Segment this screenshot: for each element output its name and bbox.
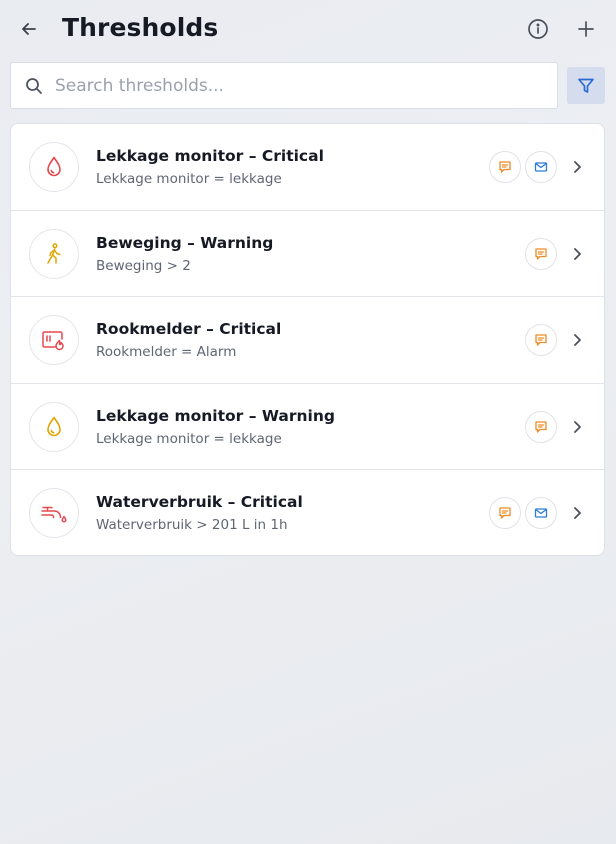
threshold-row[interactable]: Lekkage monitor – Critical Lekkage monit… — [11, 124, 604, 211]
chat-icon — [535, 421, 547, 433]
threshold-title: Waterverbruik – Critical — [96, 493, 303, 512]
chat-icon — [535, 247, 547, 260]
threshold-list: Lekkage monitor – Critical Lekkage monit… — [10, 123, 605, 556]
threshold-condition: Beweging > 2 — [96, 257, 191, 274]
threshold-condition: Lekkage monitor = lekkage — [96, 430, 282, 447]
threshold-condition: Lekkage monitor = lekkage — [96, 171, 282, 187]
threshold-icon-circle — [29, 228, 79, 279]
mail-badge[interactable] — [525, 151, 557, 183]
mail-icon — [534, 508, 548, 519]
filter-icon — [578, 78, 594, 93]
threshold-row[interactable]: Waterverbruik – Critical Waterverbruik >… — [11, 470, 604, 555]
threshold-title: Beweging – Warning — [96, 233, 274, 252]
mail-badge[interactable] — [525, 497, 557, 530]
chat-icon — [499, 161, 511, 173]
back-button[interactable] — [14, 15, 44, 43]
sms-badge[interactable] — [525, 237, 557, 270]
chat-icon — [535, 334, 547, 346]
search-icon — [26, 78, 42, 94]
threshold-icon-circle — [29, 315, 79, 366]
sms-badge[interactable] — [489, 497, 521, 530]
chevron-right-icon — [567, 244, 587, 264]
threshold-condition: Rookmelder = Alarm — [96, 344, 237, 361]
chevron-right-icon — [567, 417, 587, 437]
threshold-row[interactable]: Rookmelder – Critical Rookmelder = Alarm — [11, 297, 604, 384]
chevron-right-icon — [567, 330, 587, 350]
top-bar: Thresholds — [0, 0, 616, 58]
threshold-title: Lekkage monitor – Warning — [96, 406, 335, 425]
sms-badge[interactable] — [525, 324, 557, 357]
mail-icon — [534, 162, 548, 172]
threshold-title: Rookmelder – Critical — [96, 320, 282, 339]
water-drop-icon — [47, 156, 61, 177]
plus-icon — [578, 21, 594, 37]
water-tap-icon — [41, 507, 67, 523]
walking-person-icon — [47, 242, 61, 264]
threshold-row[interactable]: Lekkage monitor – Warning Lekkage monito… — [11, 384, 604, 471]
search-input[interactable] — [55, 71, 545, 101]
threshold-icon-circle — [29, 142, 79, 192]
chat-icon — [499, 507, 511, 520]
sms-badge[interactable] — [525, 410, 557, 443]
arrow-left-icon — [22, 23, 36, 35]
search-box — [10, 62, 558, 109]
threshold-condition: Waterverbruik > 201 L in 1h — [96, 517, 288, 534]
threshold-title: Lekkage monitor – Critical — [96, 147, 324, 165]
threshold-icon-circle — [29, 401, 79, 452]
filter-button[interactable] — [567, 67, 605, 104]
sms-badge[interactable] — [489, 151, 521, 183]
page-title: Thresholds — [62, 13, 219, 42]
threshold-row[interactable]: Beweging – Warning Beweging > 2 — [11, 211, 604, 298]
threshold-icon-circle — [29, 488, 79, 539]
chevron-right-icon — [567, 503, 587, 523]
add-threshold-button[interactable] — [572, 15, 600, 43]
water-drop-icon — [47, 416, 61, 437]
smoke-detector-icon — [42, 331, 64, 351]
info-circle-icon — [528, 19, 548, 39]
chevron-right-icon — [567, 157, 587, 177]
info-button[interactable] — [524, 15, 552, 43]
